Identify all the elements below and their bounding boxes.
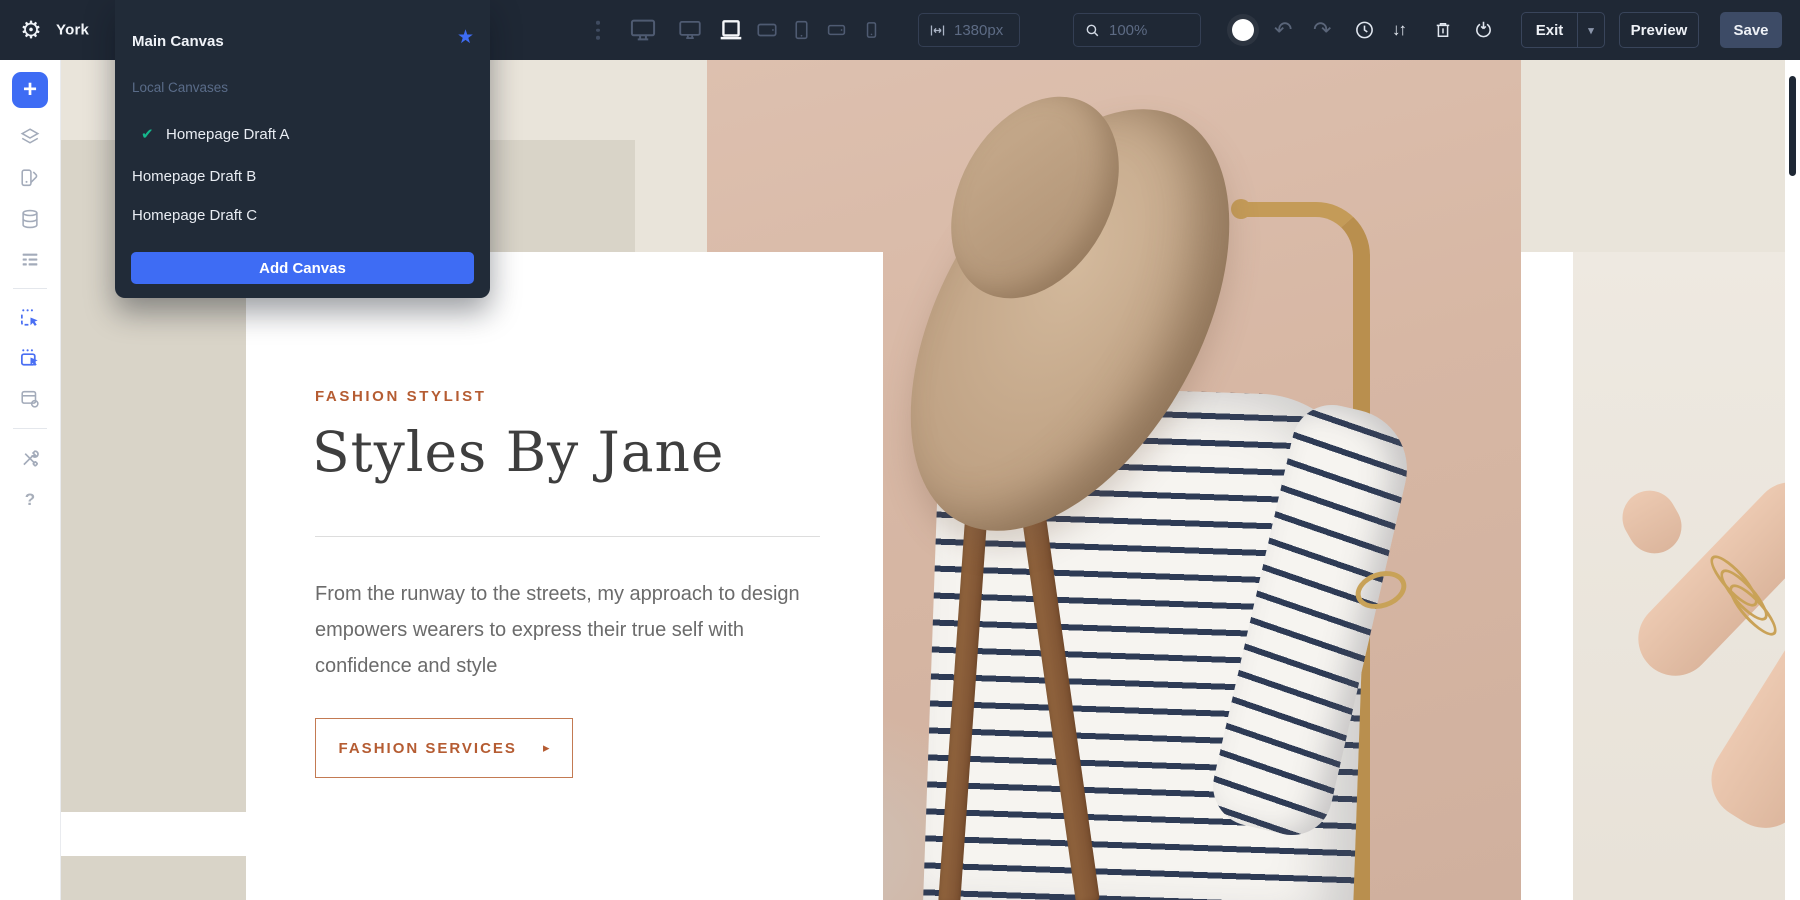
- vertical-scrollbar-thumb[interactable]: [1789, 76, 1796, 176]
- save-label: Save: [1733, 22, 1768, 39]
- device-phone-icon[interactable]: [862, 21, 881, 40]
- sidebar-divider: [13, 288, 47, 289]
- canvas-width-input[interactable]: [954, 22, 1009, 39]
- add-element-button[interactable]: +: [12, 72, 48, 108]
- canvas-item-label: Homepage Draft A: [166, 126, 289, 143]
- device-desktop-icon[interactable]: [677, 17, 703, 43]
- active-check-icon: ✔: [141, 125, 163, 143]
- device-tablet-landscape-icon[interactable]: [756, 19, 778, 41]
- exit-button[interactable]: Exit ▾: [1521, 12, 1605, 48]
- canvas-item-label: Homepage Draft C: [132, 207, 257, 224]
- sidebar-divider: [13, 428, 47, 429]
- left-sidebar: + ?: [0, 60, 61, 900]
- templates-icon[interactable]: [19, 388, 41, 410]
- preview-button[interactable]: Preview: [1619, 12, 1699, 48]
- canvas-switcher-panel: Main Canvas ★ Local Canvases ✔ Homepage …: [115, 0, 490, 298]
- favorite-star-icon[interactable]: ★: [457, 26, 474, 49]
- canvas-item-homepage-draft-b[interactable]: Homepage Draft B: [115, 161, 490, 191]
- cta-label: FASHION SERVICES: [339, 740, 517, 757]
- preview-label: Preview: [1631, 22, 1688, 39]
- exit-label: Exit: [1522, 22, 1577, 39]
- more-options-icon[interactable]: [596, 19, 600, 42]
- side-image[interactable]: [1573, 252, 1785, 900]
- power-export-icon[interactable]: [1473, 20, 1494, 41]
- rack-knob: [1231, 199, 1251, 219]
- eyebrow-text[interactable]: FASHION STYLIST: [315, 388, 487, 405]
- sort-arrows-icon[interactable]: ↓↑: [1392, 20, 1405, 40]
- zoom-magnifier-icon: [1084, 22, 1101, 39]
- select-element-icon[interactable]: [19, 307, 42, 330]
- database-icon[interactable]: [19, 208, 41, 230]
- design-swatches-icon[interactable]: [19, 167, 41, 189]
- tools-icon[interactable]: [20, 448, 41, 469]
- cta-arrow-icon: ▸: [543, 740, 550, 756]
- canvas-item-label: Homepage Draft B: [132, 168, 256, 185]
- save-button[interactable]: Save: [1720, 12, 1782, 48]
- settings-gear-icon[interactable]: ⚙: [16, 15, 46, 45]
- canvas-bg-color-toggle[interactable]: [1232, 19, 1254, 41]
- undo-icon[interactable]: ↶: [1274, 19, 1292, 41]
- device-laptop-icon[interactable]: [718, 17, 744, 43]
- intro-paragraph[interactable]: From the runway to the streets, my appro…: [315, 576, 820, 684]
- next-section-strip: [60, 856, 246, 900]
- select-container-icon[interactable]: [19, 347, 42, 370]
- hero-text-card: FASHION STYLIST Styles By Jane From the …: [246, 252, 883, 900]
- redo-icon[interactable]: ↷: [1313, 19, 1331, 41]
- device-phone-landscape-icon[interactable]: [826, 20, 847, 41]
- zoom-field: [1073, 13, 1201, 47]
- canvas-item-homepage-draft-a[interactable]: ✔ Homepage Draft A: [115, 119, 490, 149]
- content-rows-icon[interactable]: [19, 249, 41, 271]
- left-accent-strip: [60, 252, 246, 812]
- help-question-icon[interactable]: ?: [25, 490, 35, 510]
- zoom-level-input[interactable]: [1109, 22, 1190, 39]
- trash-icon[interactable]: [1433, 20, 1453, 40]
- canvas-item-homepage-draft-c[interactable]: Homepage Draft C: [115, 200, 490, 230]
- device-desktop-large-icon[interactable]: [629, 16, 657, 44]
- hand-shape: [1613, 481, 1692, 563]
- width-arrows-icon: [929, 22, 946, 39]
- page-heading[interactable]: Styles By Jane: [312, 420, 724, 484]
- heading-divider: [315, 536, 820, 537]
- app-root: ⚙ York: [0, 0, 1800, 900]
- layers-icon[interactable]: [19, 126, 41, 148]
- brand-name: York: [56, 22, 89, 39]
- local-canvases-label: Local Canvases: [132, 80, 228, 95]
- exit-caret-icon[interactable]: ▾: [1577, 13, 1604, 47]
- canvas-width-field: [918, 13, 1020, 47]
- current-canvas-title[interactable]: Main Canvas: [132, 33, 224, 50]
- plus-icon: +: [23, 78, 37, 102]
- history-clock-icon[interactable]: [1354, 20, 1375, 41]
- fashion-services-button[interactable]: FASHION SERVICES ▸: [315, 718, 573, 778]
- device-tablet-icon[interactable]: [791, 20, 812, 41]
- white-circle-swatch: [1232, 19, 1254, 41]
- add-canvas-button[interactable]: Add Canvas: [131, 252, 474, 284]
